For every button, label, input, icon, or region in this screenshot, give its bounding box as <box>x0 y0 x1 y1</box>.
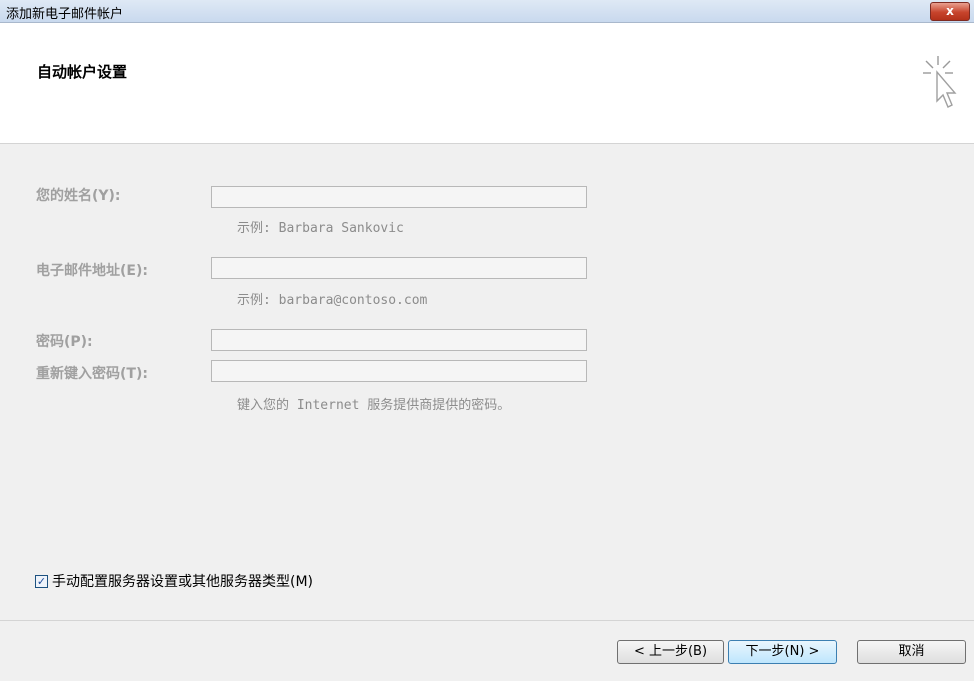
password-label: 密码(P): <box>36 334 93 350</box>
email-hint: 示例: barbara@contoso.com <box>237 293 428 308</box>
manual-config-label[interactable]: 手动配置服务器设置或其他服务器类型(M) <box>52 571 313 591</box>
name-label: 您的姓名(Y): <box>36 188 121 204</box>
password-input[interactable] <box>211 329 587 351</box>
name-input[interactable] <box>211 186 587 208</box>
email-input[interactable] <box>211 257 587 279</box>
page-title: 自动帐户设置 <box>37 63 128 81</box>
retype-password-input[interactable] <box>211 360 587 382</box>
back-button[interactable]: < 上一步(B) <box>617 640 724 664</box>
email-label: 电子邮件地址(E): <box>36 263 148 279</box>
title-bar: 添加新电子邮件帐户 x <box>0 0 974 23</box>
name-hint: 示例: Barbara Sankovic <box>237 221 404 236</box>
manual-config-option[interactable]: ✓ 手动配置服务器设置或其他服务器类型(M) <box>35 572 313 590</box>
next-button[interactable]: 下一步(N) > <box>728 640 837 664</box>
close-button[interactable]: x <box>930 2 970 21</box>
window-title: 添加新电子邮件帐户 <box>6 7 124 22</box>
wizard-header: 自动帐户设置 <box>0 23 974 144</box>
manual-config-checkbox[interactable]: ✓ <box>35 574 48 588</box>
footer-divider <box>0 620 974 621</box>
retype-password-hint: 键入您的 Internet 服务提供商提供的密码。 <box>237 398 511 413</box>
cancel-button[interactable]: 取消 <box>857 640 966 664</box>
auto-setup-cursor-icon <box>923 56 957 108</box>
retype-password-label: 重新键入密码(T): <box>36 366 148 382</box>
